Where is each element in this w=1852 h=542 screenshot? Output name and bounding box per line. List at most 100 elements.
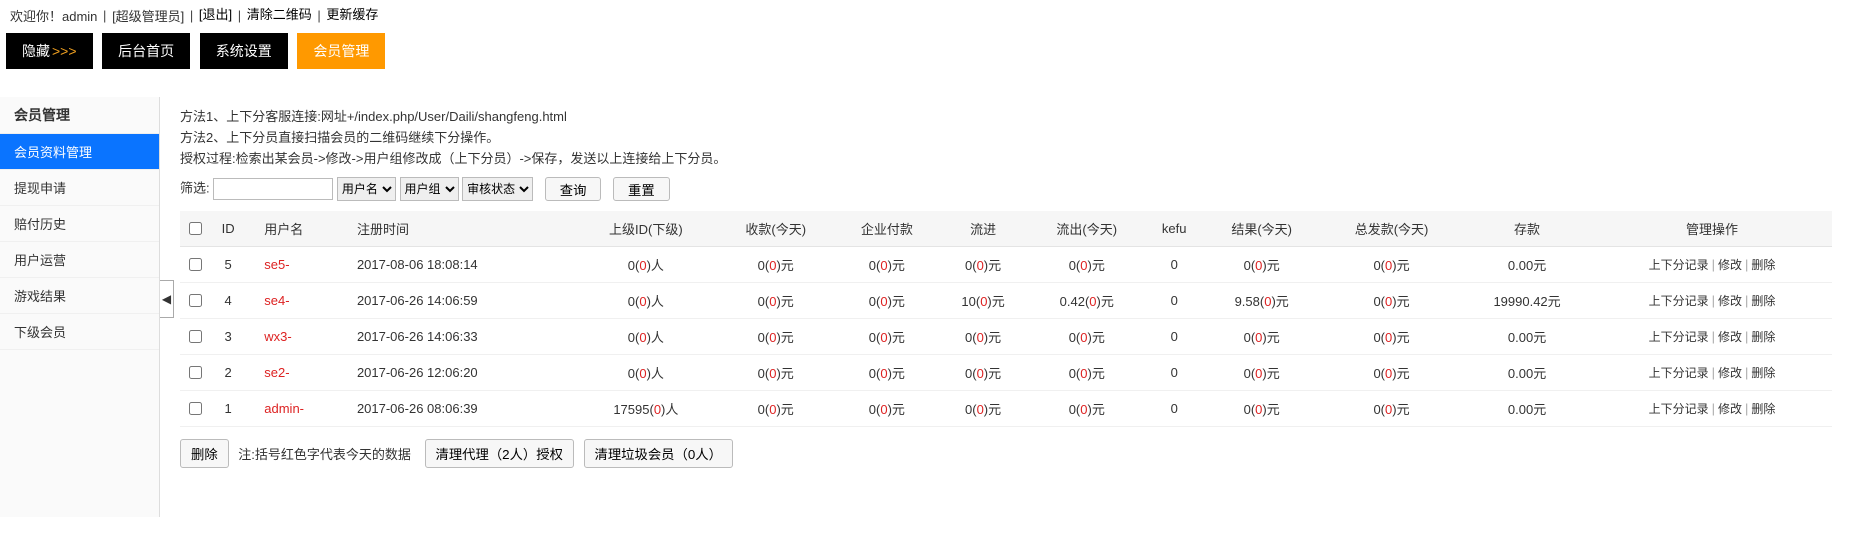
edit-link[interactable]: 修改 — [1718, 402, 1742, 416]
refresh-cache-link[interactable]: 更新缓存 — [326, 7, 378, 22]
log-link[interactable]: 上下分记录 — [1649, 330, 1709, 344]
cell-reg: 2017-06-26 08:06:39 — [353, 391, 575, 427]
username-link[interactable]: se2- — [264, 365, 289, 380]
del-link[interactable]: 删除 — [1751, 366, 1775, 380]
cell: 0(0)元 — [835, 283, 939, 319]
cell: 1 — [210, 391, 246, 427]
sidebar-item-5[interactable]: 下级会员 — [0, 314, 159, 350]
action-cell: 上下分记录|修改|删除 — [1592, 355, 1832, 391]
table-row: 1admin-2017-06-26 08:06:3917595(0)人0(0)元… — [180, 391, 1832, 427]
cell: 19990.42元 — [1462, 283, 1592, 319]
main: 会员管理 会员资料管理提现申请赔付历史用户运营游戏结果下级会员 ◀ 方法1、上下… — [0, 97, 1852, 517]
logout-link[interactable]: [退出] — [199, 7, 232, 22]
table-row: 5se5-2017-08-06 18:08:140(0)人0(0)元0(0)元0… — [180, 247, 1832, 283]
th-recv: 收款(今天) — [716, 211, 835, 247]
nav-home-button[interactable]: 后台首页 — [102, 33, 190, 69]
cell: 0(0)元 — [939, 355, 1028, 391]
sidebar-item-2[interactable]: 赔付历史 — [0, 206, 159, 242]
username-link[interactable]: se5- — [264, 257, 289, 272]
row-checkbox[interactable] — [189, 258, 202, 271]
clean-junk-button[interactable]: 清理垃圾会员（0人） — [584, 439, 733, 468]
username-link[interactable]: wx3- — [264, 329, 291, 344]
row-checkbox[interactable] — [189, 366, 202, 379]
cell: 0(0)元 — [1027, 319, 1146, 355]
username-link[interactable]: se4- — [264, 293, 289, 308]
row-checkbox[interactable] — [189, 294, 202, 307]
cell-reg: 2017-06-26 12:06:20 — [353, 355, 575, 391]
log-link[interactable]: 上下分记录 — [1649, 402, 1709, 416]
edit-link[interactable]: 修改 — [1718, 294, 1742, 308]
edit-link[interactable]: 修改 — [1718, 330, 1742, 344]
th-result: 结果(今天) — [1202, 211, 1321, 247]
th-kefu: kefu — [1146, 211, 1202, 247]
log-link[interactable]: 上下分记录 — [1649, 294, 1709, 308]
log-link[interactable]: 上下分记录 — [1649, 366, 1709, 380]
sidebar-item-1[interactable]: 提现申请 — [0, 170, 159, 206]
cell: 0.42(0)元 — [1027, 283, 1146, 319]
nav-member-button[interactable]: 会员管理 — [297, 33, 385, 69]
th-reg: 注册时间 — [353, 211, 575, 247]
cell: 0(0)元 — [716, 355, 835, 391]
cell: 0(0)人 — [575, 355, 716, 391]
cell: 0 — [1146, 391, 1202, 427]
audit-select[interactable]: 审核状态 — [462, 177, 533, 201]
cell: 0(0)元 — [835, 355, 939, 391]
intro-line2: 方法2、上下分员直接扫描会员的二维码继续下分操作。 — [180, 128, 1832, 149]
del-link[interactable]: 删除 — [1751, 294, 1775, 308]
log-link[interactable]: 上下分记录 — [1649, 258, 1709, 272]
th-deposit: 存款 — [1462, 211, 1592, 247]
action-cell: 上下分记录|修改|删除 — [1592, 391, 1832, 427]
edit-link[interactable]: 修改 — [1718, 366, 1742, 380]
filter-label: 筛选: — [180, 181, 210, 196]
select-all-checkbox[interactable] — [189, 222, 202, 235]
table-row: 3wx3-2017-06-26 14:06:330(0)人0(0)元0(0)元0… — [180, 319, 1832, 355]
del-link[interactable]: 删除 — [1751, 402, 1775, 416]
cell: 0(0)元 — [835, 247, 939, 283]
cell: 0(0)元 — [1027, 355, 1146, 391]
sidebar-heading: 会员管理 — [0, 97, 159, 134]
edit-link[interactable]: 修改 — [1718, 258, 1742, 272]
query-button[interactable]: 查询 — [545, 177, 602, 201]
cell: 0(0)元 — [1321, 319, 1462, 355]
topbar: 欢迎你！admin | [超级管理员] | [退出] | 清除二维码 | 更新缓… — [0, 0, 1852, 29]
sidebar-item-0[interactable]: 会员资料管理 — [0, 134, 159, 170]
clear-qr-link[interactable]: 清除二维码 — [247, 7, 312, 22]
th-sub: 上级ID(下级) — [575, 211, 716, 247]
sidebar-item-4[interactable]: 游戏结果 — [0, 278, 159, 314]
cell: 0(0)元 — [1027, 247, 1146, 283]
cell: 3 — [210, 319, 246, 355]
cell: 0(0)元 — [716, 283, 835, 319]
cell: 0.00元 — [1462, 391, 1592, 427]
del-link[interactable]: 删除 — [1751, 258, 1775, 272]
cell-reg: 2017-06-26 14:06:33 — [353, 319, 575, 355]
sidebar: 会员管理 会员资料管理提现申请赔付历史用户运营游戏结果下级会员 — [0, 97, 160, 517]
cell: 0(0)元 — [1202, 319, 1321, 355]
arrows-icon: >>> — [52, 43, 77, 59]
cell: 5 — [210, 247, 246, 283]
nav-system-button[interactable]: 系统设置 — [200, 33, 288, 69]
hide-sidebar-button[interactable]: 隐藏 >>> — [6, 33, 93, 69]
reset-button[interactable]: 重置 — [613, 177, 670, 201]
username-link[interactable]: admin- — [264, 401, 304, 416]
row-checkbox[interactable] — [189, 330, 202, 343]
sidebar-item-3[interactable]: 用户运营 — [0, 242, 159, 278]
bulk-delete-button[interactable]: 删除 — [180, 439, 229, 468]
navbar: 隐藏 >>> 后台首页 系统设置 会员管理 — [0, 29, 1852, 73]
group-select[interactable]: 用户组 — [400, 177, 459, 201]
cell: 0(0)元 — [939, 319, 1028, 355]
intro-line1: 方法1、上下分客服连接:网址+/index.php/User/Daili/sha… — [180, 107, 1832, 128]
filter-input[interactable] — [213, 178, 333, 200]
cell: 0(0)元 — [1321, 283, 1462, 319]
cell: 4 — [210, 283, 246, 319]
cell: 0(0)元 — [716, 391, 835, 427]
collapse-tab[interactable]: ◀ — [160, 280, 174, 318]
cell: 0(0)元 — [1202, 355, 1321, 391]
username-select[interactable]: 用户名 — [337, 177, 396, 201]
row-checkbox[interactable] — [189, 402, 202, 415]
action-cell: 上下分记录|修改|删除 — [1592, 247, 1832, 283]
cell: 0.00元 — [1462, 247, 1592, 283]
cell: 0 — [1146, 247, 1202, 283]
cell: 0(0)人 — [575, 319, 716, 355]
del-link[interactable]: 删除 — [1751, 330, 1775, 344]
clean-agent-button[interactable]: 清理代理（2人）授权 — [425, 439, 574, 468]
